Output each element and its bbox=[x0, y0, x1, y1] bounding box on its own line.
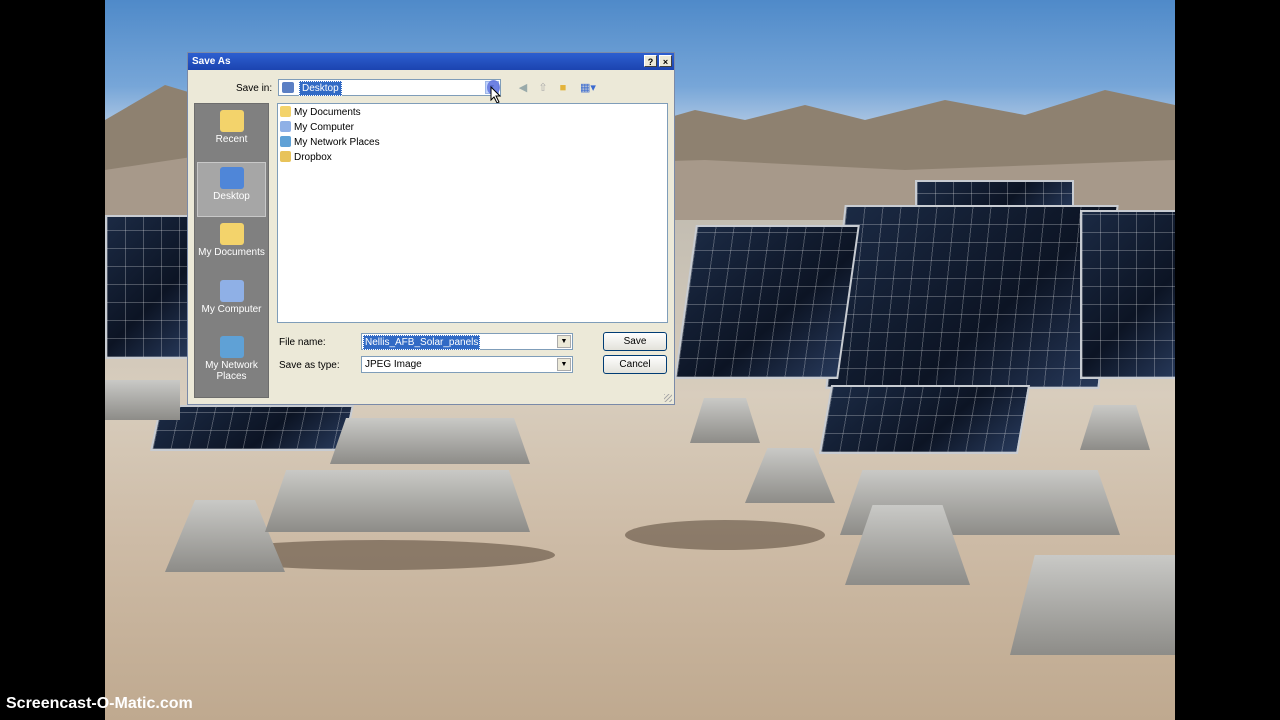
up-folder-icon[interactable]: ⇧ bbox=[536, 81, 550, 95]
documents-icon bbox=[280, 106, 291, 117]
network-icon bbox=[280, 136, 291, 147]
save-as-type-dropdown[interactable]: JPEG Image ▼ bbox=[361, 356, 573, 373]
place-label: Desktop bbox=[213, 191, 250, 202]
chevron-down-icon[interactable]: ▼ bbox=[557, 335, 571, 348]
list-item-label: My Computer bbox=[294, 122, 355, 133]
place-desktop[interactable]: Desktop bbox=[197, 162, 266, 217]
concrete-base bbox=[1010, 555, 1175, 655]
desktop-icon bbox=[219, 167, 244, 189]
concrete-base bbox=[1080, 405, 1150, 450]
place-my-documents[interactable]: My Documents bbox=[197, 219, 266, 274]
chevron-down-icon[interactable]: ▼ bbox=[557, 358, 571, 371]
places-bar: Recent Desktop My Documents My Computer … bbox=[194, 103, 269, 398]
folder-icon bbox=[219, 110, 244, 132]
solar-panel bbox=[674, 225, 860, 379]
place-label: Recent bbox=[215, 134, 248, 145]
concrete-base bbox=[165, 500, 285, 572]
concrete-base bbox=[105, 380, 180, 420]
mouse-cursor-icon bbox=[490, 86, 502, 104]
file-name-value: Nellis_AFB_Solar_panels bbox=[363, 335, 481, 350]
save-in-value: Desktop bbox=[299, 81, 342, 96]
concrete-base bbox=[265, 470, 530, 532]
desktop-icon bbox=[282, 82, 294, 93]
save-as-type-value: JPEG Image bbox=[365, 359, 422, 370]
list-item[interactable]: My Network Places bbox=[280, 136, 380, 150]
solar-panel bbox=[105, 215, 189, 359]
dropbox-folder-icon bbox=[280, 151, 291, 162]
save-in-dropdown[interactable]: Desktop ▼ bbox=[278, 79, 501, 96]
list-item[interactable]: My Computer bbox=[280, 121, 354, 135]
solar-panel bbox=[825, 205, 1119, 389]
watermark: Screencast-O-Matic.com bbox=[6, 695, 193, 712]
place-my-computer[interactable]: My Computer bbox=[197, 276, 266, 331]
documents-icon bbox=[219, 223, 244, 245]
file-name-input[interactable]: Nellis_AFB_Solar_panels ▼ bbox=[361, 333, 573, 350]
place-label: My Documents bbox=[198, 247, 265, 258]
computer-icon bbox=[280, 121, 291, 132]
close-button[interactable]: × bbox=[659, 55, 672, 67]
file-list[interactable]: My Documents My Computer My Network Plac… bbox=[277, 103, 668, 323]
solar-panel bbox=[818, 385, 1031, 454]
network-icon bbox=[219, 336, 244, 358]
place-my-network-places[interactable]: My Network Places bbox=[197, 332, 266, 392]
help-button[interactable]: ? bbox=[644, 55, 657, 67]
dialog-title: Save As bbox=[192, 56, 231, 67]
concrete-base bbox=[690, 398, 760, 443]
list-item[interactable]: Dropbox bbox=[280, 151, 332, 165]
list-item-label: My Network Places bbox=[294, 137, 380, 148]
place-recent[interactable]: Recent bbox=[197, 106, 266, 161]
list-item-label: Dropbox bbox=[294, 152, 332, 163]
new-folder-icon[interactable]: ■ bbox=[556, 81, 570, 95]
save-in-label: Save in: bbox=[236, 83, 273, 94]
place-label: My Network Places bbox=[205, 360, 258, 382]
cancel-button[interactable]: Cancel bbox=[603, 355, 667, 374]
solar-panel bbox=[1080, 210, 1175, 379]
save-as-type-label: Save as type: bbox=[279, 360, 340, 371]
resize-grip[interactable] bbox=[664, 394, 672, 402]
save-as-dialog: Save As ? × Save in: Desktop ▼ ◀ ⇧ ■ ▦▾ … bbox=[187, 52, 675, 405]
concrete-base bbox=[745, 448, 835, 503]
file-name-label: File name: bbox=[279, 337, 326, 348]
dialog-titlebar[interactable]: Save As ? × bbox=[188, 53, 674, 70]
list-item[interactable]: My Documents bbox=[280, 106, 361, 120]
list-item-label: My Documents bbox=[294, 107, 361, 118]
place-label: My Computer bbox=[201, 304, 262, 315]
view-menu-icon[interactable]: ▦▾ bbox=[577, 81, 599, 95]
back-icon[interactable]: ◀ bbox=[516, 81, 530, 95]
solar-panel bbox=[150, 405, 354, 451]
concrete-base bbox=[330, 418, 530, 464]
save-button[interactable]: Save bbox=[603, 332, 667, 351]
computer-icon bbox=[219, 280, 244, 302]
